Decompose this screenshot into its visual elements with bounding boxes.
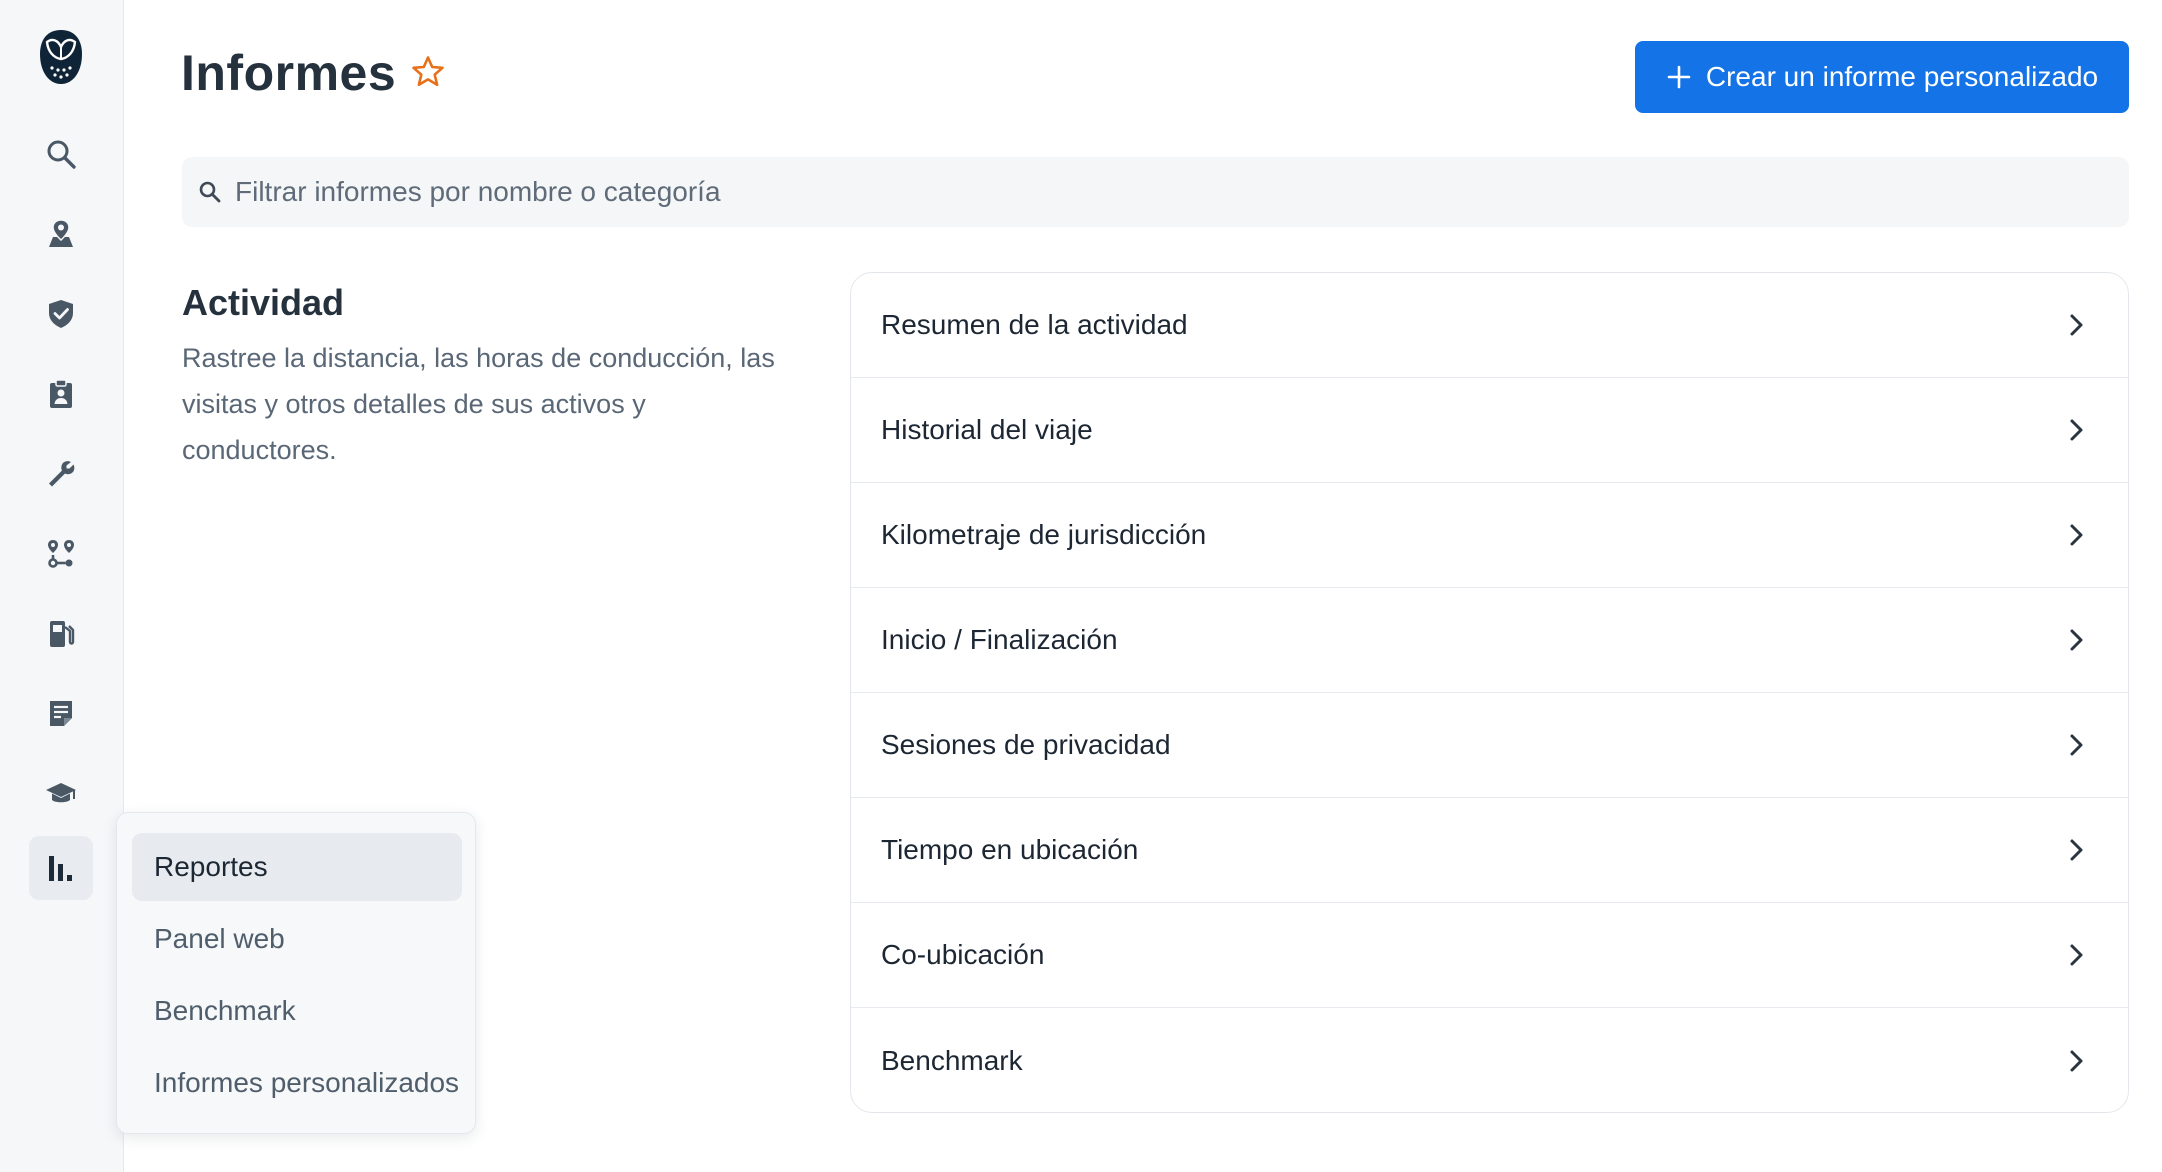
report-label: Resumen de la actividad — [881, 309, 1188, 340]
chevron-right-icon — [2070, 524, 2083, 546]
clipboard-user-icon — [50, 379, 72, 408]
section-title: Actividad — [182, 282, 345, 323]
report-filter-input[interactable] — [223, 157, 2129, 227]
report-row[interactable]: Resumen de la actividad — [851, 273, 2128, 378]
rail-maintenance-button[interactable] — [29, 442, 93, 506]
rail-documents-button[interactable] — [29, 682, 93, 746]
search-icon — [199, 181, 221, 203]
map-pin-icon — [49, 219, 73, 247]
shield-check-icon — [49, 300, 73, 328]
report-row[interactable]: Historial del viaje — [851, 378, 2128, 483]
fuel-pump-icon — [50, 621, 75, 647]
report-list: Resumen de la actividad Historial del vi… — [850, 272, 2129, 1113]
owl-logo-icon[interactable] — [38, 28, 84, 86]
chevron-right-icon — [2070, 944, 2083, 966]
chevron-right-icon — [2070, 419, 2083, 441]
rail-compliance-button[interactable] — [29, 362, 93, 426]
create-custom-report-button[interactable]: Crear un informe personalizado — [1635, 41, 2129, 113]
rail-reports-button[interactable] — [29, 836, 93, 900]
rail-fuel-button[interactable] — [29, 602, 93, 666]
report-label: Inicio / Finalización — [881, 624, 1118, 655]
report-filter-box — [182, 157, 2129, 227]
left-rail — [0, 0, 124, 1172]
rail-safety-button[interactable] — [29, 282, 93, 346]
rail-training-button[interactable] — [29, 762, 93, 826]
rail-map-button[interactable] — [29, 202, 93, 266]
rail-routes-button[interactable] — [29, 522, 93, 586]
document-icon — [50, 701, 72, 726]
section-description: Rastree la distancia, las horas de condu… — [182, 343, 775, 465]
report-label: Sesiones de privacidad — [881, 729, 1171, 760]
chevron-right-icon — [2070, 734, 2083, 756]
flyout-item-benchmark[interactable]: Benchmark — [132, 977, 462, 1045]
bar-chart-icon — [49, 856, 72, 881]
flyout-item-informes-personalizados[interactable]: Informes personalizados — [132, 1049, 462, 1117]
report-row[interactable]: Benchmark — [851, 1008, 2128, 1112]
page-title: Informes — [181, 45, 397, 101]
flyout-item-reportes[interactable]: Reportes — [132, 833, 462, 901]
report-label: Kilometraje de jurisdicción — [881, 519, 1207, 550]
report-label: Tiempo en ubicación — [881, 834, 1139, 865]
chevron-right-icon — [2070, 314, 2083, 336]
chevron-right-icon — [2070, 629, 2083, 651]
report-row[interactable]: Sesiones de privacidad — [851, 693, 2128, 798]
star-favorite-icon[interactable] — [410, 54, 446, 90]
report-label: Benchmark — [881, 1044, 1023, 1076]
create-custom-report-label: Crear un informe personalizado — [1705, 61, 2099, 92]
app-root: Reportes Panel web Benchmark Informes pe… — [0, 0, 2162, 1172]
rail-search-button[interactable] — [29, 122, 93, 186]
plus-icon — [1667, 65, 1691, 89]
chevron-right-icon — [2070, 1050, 2083, 1071]
search-icon — [47, 140, 76, 169]
chevron-right-icon — [2070, 839, 2083, 861]
wrench-icon — [49, 461, 75, 487]
report-label: Historial del viaje — [881, 414, 1093, 445]
route-icon — [48, 540, 74, 568]
graduation-cap-icon — [46, 783, 76, 803]
report-row[interactable]: Kilometraje de jurisdicción — [851, 483, 2128, 588]
reports-flyout-menu: Reportes Panel web Benchmark Informes pe… — [116, 812, 476, 1134]
report-row[interactable]: Co-ubicación — [851, 903, 2128, 1008]
flyout-item-panel-web[interactable]: Panel web — [132, 905, 462, 973]
report-row[interactable]: Tiempo en ubicación — [851, 798, 2128, 903]
report-label: Co-ubicación — [881, 939, 1045, 970]
report-row[interactable]: Inicio / Finalización — [851, 588, 2128, 693]
